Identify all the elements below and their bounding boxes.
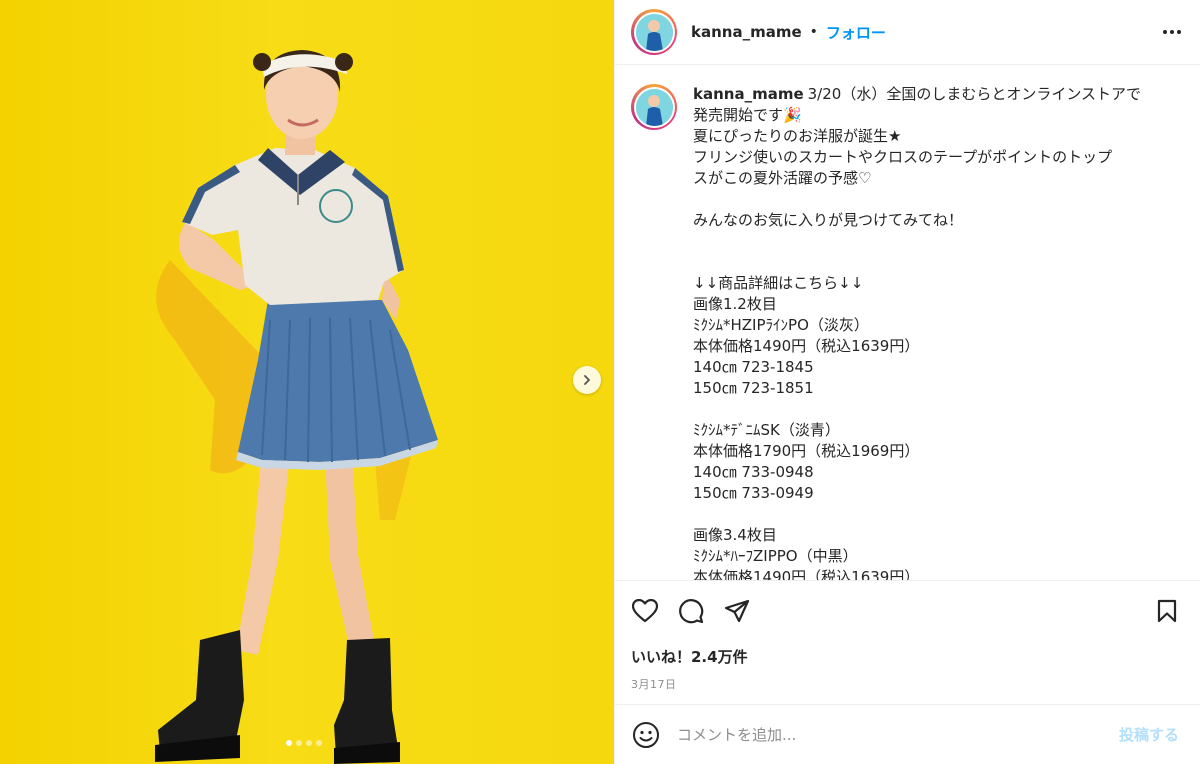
follow-button[interactable]: フォロー xyxy=(826,22,886,43)
likes-count[interactable]: いいね！2.4万件 xyxy=(631,646,1185,667)
caption-line: フリンジ使いのスカートやクロスのテープがポイントのトップ xyxy=(693,148,1113,166)
caption-line: 150㎝ 723-1851 xyxy=(693,379,814,397)
avatar[interactable] xyxy=(631,9,677,55)
caption-line xyxy=(693,399,1163,420)
comment-input[interactable] xyxy=(677,725,1119,744)
caption-line: 140㎝ 733-0948 xyxy=(693,463,814,481)
caption-line: 150㎝ 733-0949 xyxy=(693,484,814,502)
emoji-icon xyxy=(633,721,659,748)
carousel-next-button[interactable] xyxy=(573,366,601,394)
caption-line: ↓↓商品詳細はこちら↓↓ xyxy=(693,274,864,292)
emoji-button[interactable] xyxy=(631,720,661,750)
carousel-dot xyxy=(286,740,292,746)
more-options-icon xyxy=(1163,30,1181,34)
share-button[interactable] xyxy=(723,597,751,625)
caption-line: 本体価格1790円（税込1969円） xyxy=(693,442,920,460)
caption-line: ﾐｸｼﾑ*ﾃﾞﾆﾑSK（淡青） xyxy=(693,421,840,439)
comment-icon xyxy=(679,599,704,624)
caption-line xyxy=(693,504,1163,525)
caption-section: kanna_mame 3/20（水）全国のしまむらとオンラインストアで 発売開始で… xyxy=(615,66,1200,580)
caption-line: みんなのお気に入りが見つけてみてね！ xyxy=(693,211,964,229)
comment-button[interactable] xyxy=(677,597,705,625)
chevron-right-icon xyxy=(584,375,590,385)
bookmark-icon xyxy=(1157,599,1177,623)
like-button[interactable] xyxy=(631,597,659,625)
post-actions: いいね！2.4万件 3月17日 xyxy=(615,580,1200,692)
post-date[interactable]: 3月17日 xyxy=(631,676,1185,692)
caption-avatar[interactable] xyxy=(631,84,677,130)
caption-line: ﾐｸｼﾑ*ﾊｰﾌZIPPO（中黒） xyxy=(693,547,858,565)
header-username[interactable]: kanna_mame xyxy=(691,23,802,41)
caption-line xyxy=(693,231,1163,252)
caption-lines: 発売開始です🎉 夏にぴったりのお洋服が誕生★ フリンジ使いのスカートやクロスのテープ… xyxy=(693,105,1163,580)
caption-first-line: 3/20（水）全国のしまむらとオンラインストアで xyxy=(807,85,1142,103)
post-sidebar: kanna_mame • フォロー kanna_mame 3/20（水）全国のし… xyxy=(614,0,1200,764)
separator-dot: • xyxy=(809,24,818,40)
carousel-dot xyxy=(306,740,312,746)
heart-icon xyxy=(632,599,658,623)
caption-line: 発売開始です🎉 xyxy=(693,106,802,124)
caption-line: 夏にぴったりのお洋服が誕生★ xyxy=(693,127,902,145)
more-options-button[interactable] xyxy=(1160,20,1184,44)
caption-line: 140㎝ 723-1845 xyxy=(693,358,814,376)
post-comment-button[interactable]: 投稿する xyxy=(1119,724,1179,745)
carousel-indicator xyxy=(286,740,322,746)
caption-line: 本体価格1490円（税込1639円） xyxy=(693,337,920,355)
caption-line: 画像1.2枚目 xyxy=(693,295,777,313)
carousel-dot xyxy=(316,740,322,746)
caption-line: ﾐｸｼﾑ*HZIPﾗｲﾝPO（淡灰） xyxy=(693,316,869,334)
caption-line: 本体価格1490円（税込1639円） xyxy=(693,568,920,580)
post-photo xyxy=(155,50,438,764)
caption-line: 画像3.4枚目 xyxy=(693,526,777,544)
caption-line xyxy=(693,189,1163,210)
caption-text: kanna_mame 3/20（水）全国のしまむらとオンラインストアで 発売開始で… xyxy=(693,84,1163,580)
avatar-image xyxy=(635,13,673,51)
comment-bar: 投稿する xyxy=(615,704,1200,764)
save-button[interactable] xyxy=(1153,597,1181,625)
carousel-dot xyxy=(296,740,302,746)
caption-username[interactable]: kanna_mame xyxy=(693,85,804,103)
avatar-image xyxy=(635,88,673,126)
share-icon xyxy=(724,599,750,623)
post-header: kanna_mame • フォロー xyxy=(615,0,1200,65)
caption-line xyxy=(693,252,1163,273)
caption-line: スがこの夏外活躍の予感♡ xyxy=(693,169,872,187)
post-media xyxy=(0,0,614,764)
